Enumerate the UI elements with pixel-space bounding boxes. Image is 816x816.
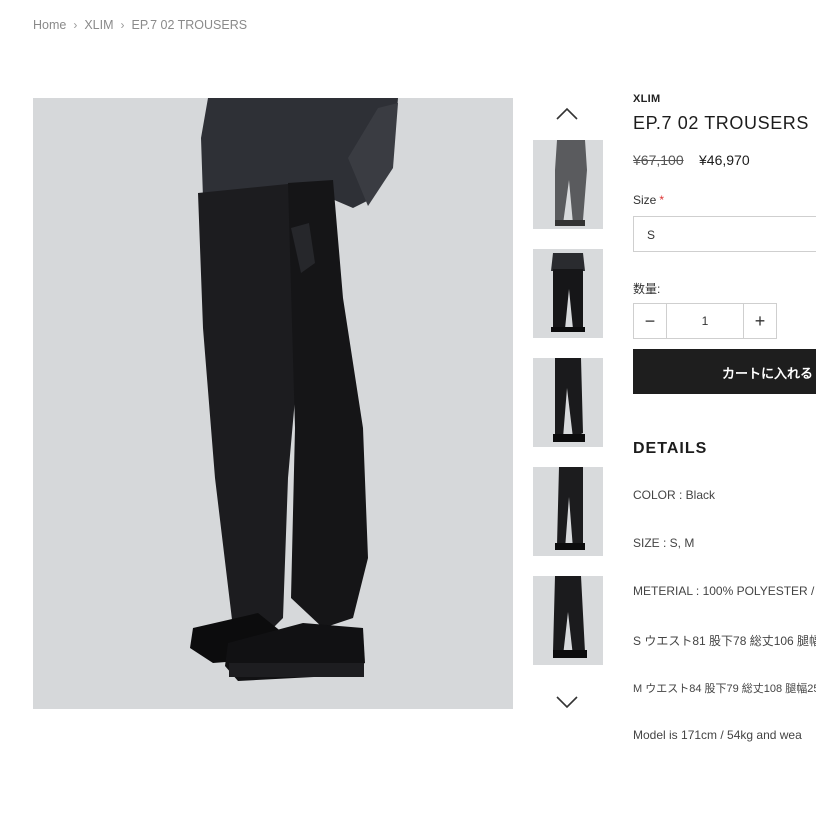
breadcrumb-separator-icon: ›: [73, 18, 78, 32]
details-heading: DETAILS: [633, 440, 708, 457]
chevron-down-icon: [556, 696, 578, 709]
add-to-cart-button[interactable]: カートに入れる: [633, 349, 816, 394]
detail-size-s: S ウエスト81 股下78 総丈106 腿幅: [633, 634, 816, 648]
size-selected-value: S: [647, 228, 656, 242]
main-product-image[interactable]: [33, 98, 513, 709]
detail-model: Model is 171cm / 54kg and wea: [633, 728, 802, 742]
breadcrumb-brand[interactable]: XLIM: [84, 18, 113, 32]
thumbnail-2-photo: [533, 249, 603, 338]
breadcrumb: Home › XLIM › EP.7 02 TROUSERS: [33, 18, 247, 32]
quantity-input[interactable]: 1: [666, 304, 744, 338]
quantity-increase-button[interactable]: +: [744, 304, 776, 338]
thumbnail-2[interactable]: [533, 249, 603, 338]
quantity-label: 数量:: [633, 282, 661, 296]
thumbnails-down-button[interactable]: [553, 692, 581, 712]
breadcrumb-separator-icon: ›: [120, 18, 125, 32]
sale-price: ¥46,970: [699, 152, 750, 168]
breadcrumb-current: EP.7 02 TROUSERS: [131, 18, 248, 32]
breadcrumb-home[interactable]: Home: [33, 18, 66, 32]
size-label: Size *: [633, 193, 664, 207]
thumbnails-up-button[interactable]: [553, 104, 581, 124]
thumbnail-5[interactable]: [533, 576, 603, 665]
product-title: EP.7 02 TROUSERS: [633, 113, 810, 133]
size-label-text: Size: [633, 193, 657, 207]
required-mark: *: [659, 193, 665, 207]
thumbnail-4[interactable]: [533, 467, 603, 556]
product-brand[interactable]: XLIM: [633, 93, 660, 105]
detail-material: METERIAL : 100% POLYESTER / 100: [633, 584, 816, 598]
chevron-up-icon: [556, 107, 578, 120]
original-price: ¥67,100: [633, 152, 684, 168]
quantity-stepper: − 1 +: [633, 303, 777, 339]
detail-color: COLOR : Black: [633, 488, 716, 502]
thumbnail-5-photo: [533, 576, 603, 665]
quantity-decrease-button[interactable]: −: [634, 304, 666, 338]
thumbnail-3[interactable]: [533, 358, 603, 447]
size-select[interactable]: S: [633, 216, 816, 252]
thumbnail-3-photo: [533, 358, 603, 447]
detail-size: SIZE : S, M: [633, 536, 695, 550]
trousers-photo: [33, 98, 513, 709]
thumbnail-1-photo: [533, 140, 603, 229]
thumbnail-4-photo: [533, 467, 603, 556]
detail-size-m: M ウエスト84 股下79 総丈108 腿幅25 (: [633, 683, 816, 695]
thumbnail-1[interactable]: [533, 140, 603, 229]
